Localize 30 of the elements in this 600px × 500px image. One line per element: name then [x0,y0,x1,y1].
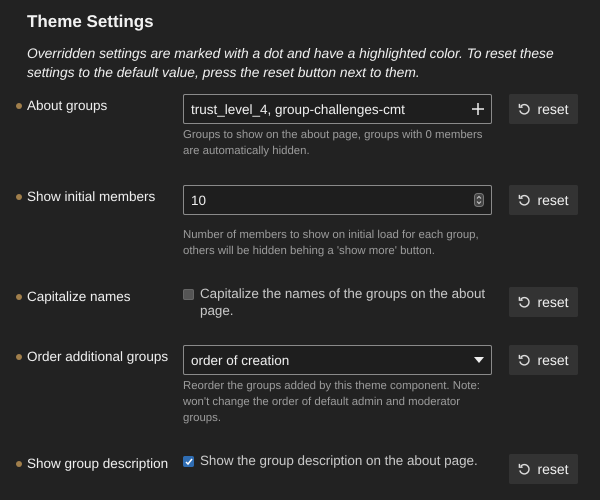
groups-input[interactable]: trust_level_4, group-challenges-cmt [183,94,492,124]
page-title: Theme Settings [27,12,154,32]
caret-icon [474,357,484,363]
reset-button[interactable]: reset [509,287,578,317]
reset-icon [518,102,532,116]
reset-icon [518,354,532,366]
reset-icon [518,462,532,476]
reset-button[interactable]: reset [509,94,578,124]
number-input[interactable]: 10 [183,185,492,215]
setting-label: Show group description [27,455,168,471]
checkbox-label: Show the group description on the about page. [200,452,478,469]
checkbox[interactable] [183,456,194,467]
reset-button[interactable]: reset [509,454,578,484]
checkbox[interactable] [183,289,194,300]
setting-description: Reorder the groups added by this theme component. Note: won't change the order of default admin and moderator groups. [183,379,481,426]
setting-label: Capitalize names [27,288,131,304]
intro-text: Overridden settings are marked with a dot and have a highlighted color. To reset these settings to the default value, press the reset button next to them. [27,45,555,82]
setting-label: About groups [27,97,108,113]
setting-description: Groups to show on the about page, groups with 0 members are automatically hidden. [183,128,484,159]
select-dropdown[interactable]: order of creation [183,345,492,375]
reset-button[interactable]: reset [509,345,578,375]
setting-label: Show initial members [27,188,156,204]
checkbox-label: Capitalize the names of the groups on the about page. [200,285,486,319]
reset-icon [518,194,532,206]
setting-label: Order additional groups [27,348,168,364]
reset-icon [518,296,532,308]
setting-description: Number of members to show on initial load for each group, others will be hidden behing a 'show more' button. [183,228,480,259]
reset-button[interactable]: reset [509,185,578,215]
plus-icon[interactable] [472,103,484,115]
stepper-icon[interactable] [474,193,484,207]
